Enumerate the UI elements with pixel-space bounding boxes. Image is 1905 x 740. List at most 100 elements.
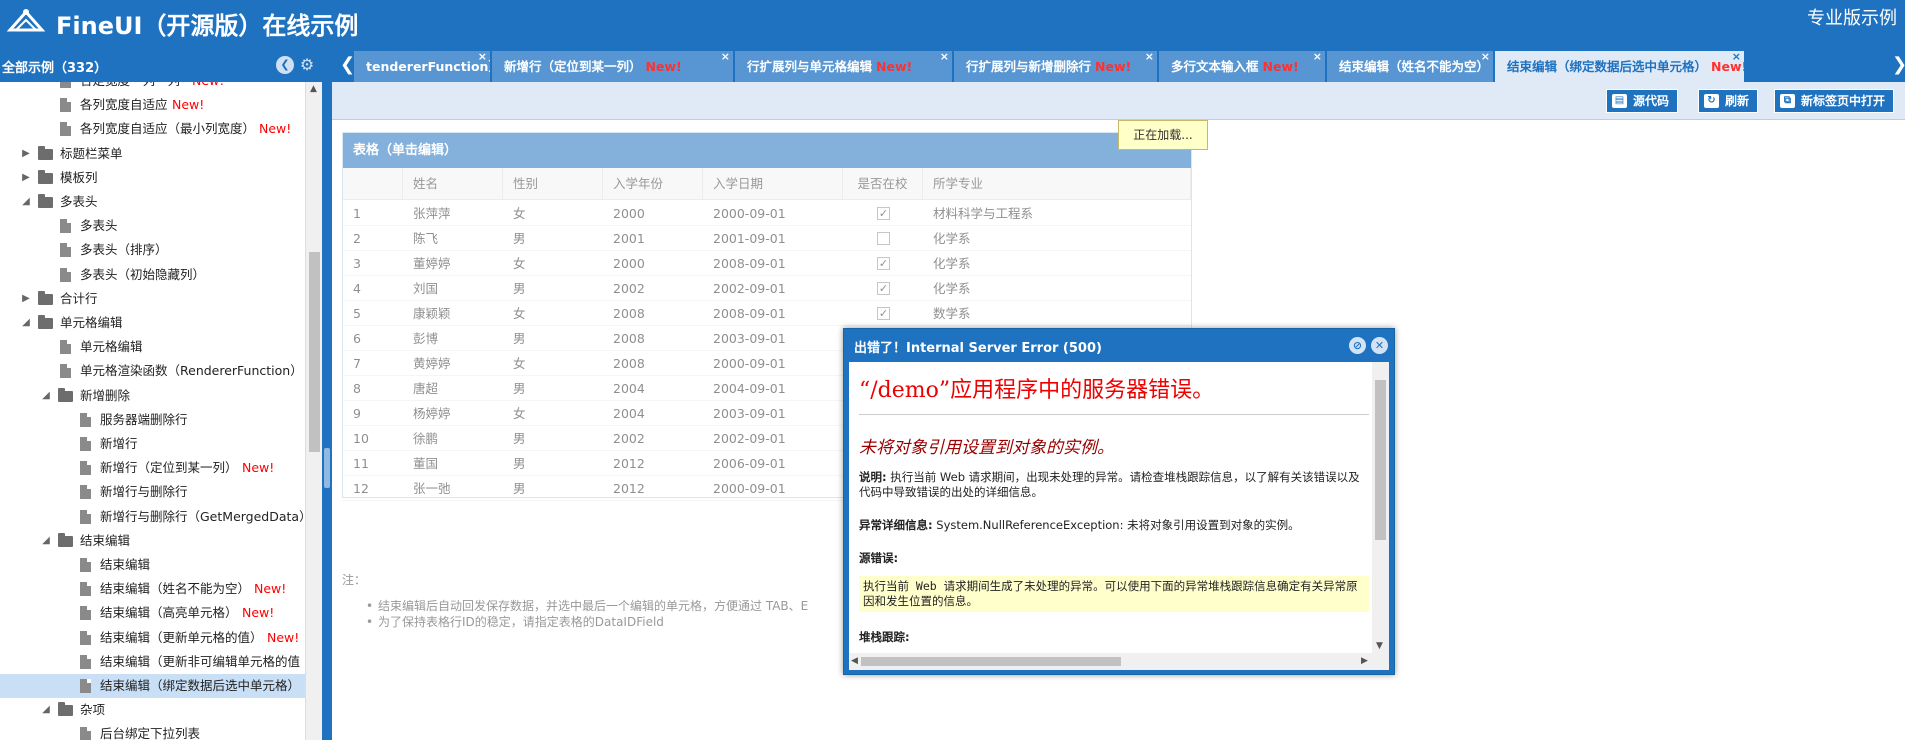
table-cell[interactable]: 黄婷婷 <box>413 351 451 376</box>
in-school-checkbox[interactable]: ✓ <box>877 307 890 320</box>
column-header[interactable]: 姓名 <box>403 168 503 200</box>
sidebar-scrollbar[interactable]: ▲ <box>305 82 322 740</box>
tree-item[interactable]: 多表头（排序） <box>0 238 305 262</box>
table-cell[interactable]: 2000 <box>613 201 645 226</box>
table-cell[interactable]: 张一弛 <box>413 476 451 501</box>
table-cell[interactable]: 化学系 <box>933 226 971 251</box>
table-cell[interactable]: 张萍萍 <box>413 201 451 226</box>
table-row[interactable]: 2 陈飞 男 2001 2001-09-01 化学系 <box>343 226 1191 251</box>
table-cell[interactable]: 董国 <box>413 451 438 476</box>
expanded-arrow-icon[interactable]: ◢ <box>20 311 32 335</box>
table-row[interactable]: 3 董婷婷 女 2000 2008-09-01 ✓ 化学系 <box>343 251 1191 276</box>
tree-item[interactable]: 结束编辑 <box>0 553 305 577</box>
tree-folder[interactable]: ▶ 合计行 <box>0 287 305 311</box>
table-cell[interactable]: 男 <box>513 426 526 451</box>
sidebar-scroll-thumb[interactable] <box>309 252 320 452</box>
refresh-button[interactable]: ↻ 刷新 <box>1698 89 1759 113</box>
collapsed-arrow-icon[interactable]: ▶ <box>20 142 32 166</box>
tab-0[interactable]: tendererFunction） × <box>354 51 491 82</box>
open-new-tab-button[interactable]: ⧉ 新标签页中打开 <box>1774 89 1895 113</box>
column-header[interactable]: 是否在校 <box>843 168 923 200</box>
table-row[interactable]: 4 刘国 男 2002 2002-09-01 ✓ 化学系 <box>343 276 1191 301</box>
table-cell[interactable]: 男 <box>513 451 526 476</box>
in-school-checkbox[interactable]: ✓ <box>877 282 890 295</box>
tab-close-icon[interactable]: × <box>721 51 730 72</box>
table-cell[interactable]: 男 <box>513 226 526 251</box>
table-cell[interactable]: 男 <box>513 476 526 501</box>
tab-close-icon[interactable]: × <box>940 51 949 72</box>
table-cell[interactable]: 2004 <box>613 401 645 426</box>
table-cell[interactable]: 杨婷婷 <box>413 401 451 426</box>
sidebar-splitter[interactable] <box>322 48 332 740</box>
tab-2[interactable]: 行扩展列与单元格编辑 New! × <box>735 51 953 82</box>
table-cell[interactable]: 女 <box>513 251 526 276</box>
tree-item[interactable]: 单元格渲染函数（RendererFunction） <box>0 359 305 383</box>
tree-folder[interactable]: ◢ 单元格编辑 <box>0 311 305 335</box>
table-cell[interactable]: 2000-09-01 <box>713 201 786 226</box>
expanded-arrow-icon[interactable]: ◢ <box>40 698 52 722</box>
table-cell[interactable]: 女 <box>513 351 526 376</box>
splitter-handle[interactable] <box>324 448 330 488</box>
table-cell[interactable]: 2000-09-01 <box>713 476 786 501</box>
table-row[interactable]: 5 康颖颖 女 2008 2008-09-01 ✓ 数学系 <box>343 301 1191 326</box>
table-cell[interactable]: 2008 <box>613 301 645 326</box>
tab-3[interactable]: 行扩展列与新增删除行 New! × <box>954 51 1158 82</box>
table-cell[interactable]: 陈飞 <box>413 226 438 251</box>
table-cell[interactable]: 女 <box>513 401 526 426</box>
table-cell[interactable]: 2000-09-01 <box>713 351 786 376</box>
tab-scroll-right-icon[interactable]: ❯ <box>1892 54 1905 75</box>
table-cell[interactable]: 2012 <box>613 451 645 476</box>
pro-version-link[interactable]: 专业版示例 <box>1807 4 1897 30</box>
tree-item[interactable]: 结束编辑（高亮单元格） New! <box>0 601 305 625</box>
column-header[interactable]: 入学年份 <box>603 168 703 200</box>
tab-close-icon[interactable]: × <box>1313 51 1322 72</box>
in-school-checkbox[interactable]: ✓ <box>877 257 890 270</box>
table-cell[interactable]: 2000 <box>613 251 645 276</box>
table-cell[interactable]: 男 <box>513 376 526 401</box>
table-cell[interactable]: 徐鹏 <box>413 426 438 451</box>
tab-6[interactable]: 结束编辑（绑定数据后选中单元格） New! × <box>1495 51 1745 82</box>
tab-close-icon[interactable]: × <box>478 51 487 72</box>
table-cell[interactable]: 2006-09-01 <box>713 451 786 476</box>
table-cell[interactable]: 康颖颖 <box>413 301 451 326</box>
close-icon[interactable]: ✕ <box>1371 337 1388 354</box>
table-cell[interactable]: 2012 <box>613 476 645 501</box>
table-cell[interactable]: 2008-09-01 <box>713 301 786 326</box>
tree-item[interactable]: 各列宽度自适应（最小列宽度） New! <box>0 117 305 141</box>
maximize-icon[interactable]: ⊘ <box>1349 337 1366 354</box>
tree-item[interactable]: 结束编辑（更新非可编辑单元格的值 <box>0 650 305 674</box>
table-cell[interactable]: 董婷婷 <box>413 251 451 276</box>
table-cell[interactable]: 2003-09-01 <box>713 326 786 351</box>
table-cell[interactable]: 化学系 <box>933 251 971 276</box>
tab-5[interactable]: 结束编辑（姓名不能为空）New!× <box>1327 51 1494 82</box>
collapsed-arrow-icon[interactable]: ▶ <box>20 166 32 190</box>
tree-item[interactable]: 合定宽度 - 列 - 列 - New! <box>0 82 305 93</box>
table-cell[interactable]: 2004 <box>613 376 645 401</box>
table-cell[interactable]: 刘国 <box>413 276 438 301</box>
column-header[interactable]: 性别 <box>503 168 603 200</box>
table-cell[interactable]: 2008-09-01 <box>713 251 786 276</box>
table-row[interactable]: 1 张萍萍 女 2000 2000-09-01 ✓ 材料科学与工程系 <box>343 201 1191 226</box>
tree-folder[interactable]: ◢ 多表头 <box>0 190 305 214</box>
tab-close-icon[interactable]: × <box>1481 51 1490 72</box>
table-cell[interactable]: 2004-09-01 <box>713 376 786 401</box>
column-header[interactable]: 所学专业 <box>923 168 1191 200</box>
table-cell[interactable]: 2001 <box>613 226 645 251</box>
tree-folder[interactable]: ◢ 新增删除 <box>0 384 305 408</box>
tree-item[interactable]: 新增行与删除行（GetMergedData） <box>0 505 305 529</box>
tab-scroll-left-icon[interactable]: ❮ <box>340 54 355 75</box>
tree-item[interactable]: 新增行 <box>0 432 305 456</box>
source-code-button[interactable]: ▤ 源代码 <box>1606 89 1679 113</box>
tab-close-icon[interactable]: × <box>1145 51 1154 72</box>
in-school-checkbox[interactable] <box>877 232 890 245</box>
table-cell[interactable]: 彭博 <box>413 326 438 351</box>
tree-folder[interactable]: ▶ 模板列 <box>0 166 305 190</box>
tree-folder[interactable]: ▶ 标题栏菜单 <box>0 142 305 166</box>
tree-item[interactable]: 结束编辑（更新单元格的值） New! <box>0 626 305 650</box>
tree-item[interactable]: 新增行与删除行 <box>0 480 305 504</box>
expanded-arrow-icon[interactable]: ◢ <box>20 190 32 214</box>
tab-close-icon[interactable]: × <box>1732 51 1741 72</box>
tree-item[interactable]: 单元格编辑 <box>0 335 305 359</box>
dialog-hscroll-thumb[interactable] <box>861 657 1121 666</box>
table-cell[interactable]: 2002-09-01 <box>713 426 786 451</box>
